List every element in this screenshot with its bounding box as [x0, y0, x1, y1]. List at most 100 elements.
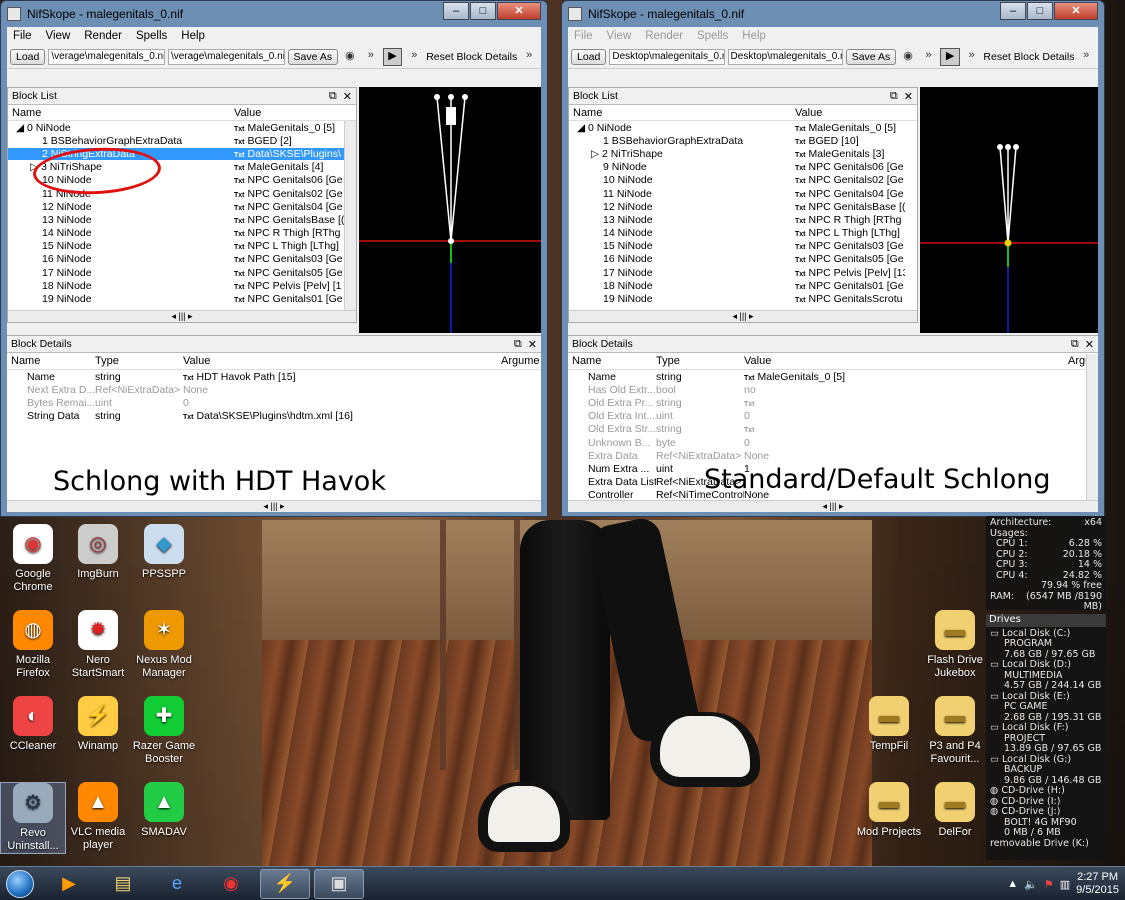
desktop-icon[interactable]: ⚙ Revo Uninstall...	[0, 782, 66, 854]
column-value[interactable]: Value	[234, 107, 261, 119]
detail-row[interactable]: Bytes Remai... uint 0	[7, 396, 541, 409]
desktop-icon[interactable]: ▬ Mod Projects	[856, 782, 922, 839]
save-as-button[interactable]: Save As	[845, 48, 897, 65]
menu-spells[interactable]: Spells	[697, 30, 728, 42]
save-path-field[interactable]: Desktop\malegenitals_0.nif	[727, 48, 843, 65]
column-type[interactable]: Type	[95, 355, 183, 367]
tree-row[interactable]: 14 NiNode Txt NPC R Thigh [RThg	[8, 227, 356, 240]
desktop-icon[interactable]: ▬ DelFor	[922, 782, 988, 839]
column-value[interactable]: Value	[183, 355, 501, 367]
tree-row[interactable]: 1 BSBehaviorGraphExtraData Txt BGED [2]	[8, 134, 356, 147]
tree-row[interactable]: 13 NiNode Txt NPC GenitalsBase [(	[8, 213, 356, 226]
tree-row[interactable]: 15 NiNode Txt NPC Genitals03 [Ge	[569, 240, 917, 253]
drive-entry[interactable]: ▭ Local Disk (F:) PROJECT 13.89 GB / 97.65…	[990, 722, 1102, 755]
load-path-field[interactable]: Desktop\malegenitals_0.nif	[609, 48, 725, 65]
flag-icon[interactable]: ⚑	[1044, 878, 1054, 891]
vertical-scrollbar[interactable]	[1086, 354, 1098, 500]
tree-row[interactable]: 12 NiNode Txt NPC Genitals04 [Ge	[8, 200, 356, 213]
reset-block-details-button[interactable]: Reset Block Details	[426, 51, 517, 63]
close-icon[interactable]: ✕	[904, 90, 913, 103]
undock-icon[interactable]: ⧉	[329, 90, 337, 103]
details-table[interactable]: Name string Txt HDT Havok Path [15] Next Ext…	[7, 370, 541, 423]
menu-file[interactable]: File	[574, 30, 593, 42]
menu-view[interactable]: View	[46, 30, 71, 42]
detail-row[interactable]: Old Extra Str... string Txt	[568, 423, 1098, 436]
title-bar[interactable]: NifSkope - malegenitals_0.nif – □ ✕	[568, 1, 1098, 27]
tree-row[interactable]: 18 NiNode Txt NPC Genitals01 [Ge	[569, 279, 917, 292]
desktop-icon[interactable]: ▲ VLC media player	[65, 782, 131, 852]
load-button[interactable]: Load	[10, 48, 46, 65]
desktop-icon[interactable]: ◎ ImgBurn	[65, 524, 131, 581]
nifskope-icon[interactable]: ▣	[314, 868, 364, 899]
winamp-icon[interactable]: ⚡	[260, 868, 310, 899]
tree-row[interactable]: 19 NiNode Txt NPC Genitals01 [Ge	[8, 292, 356, 305]
menu-file[interactable]: File	[13, 30, 32, 42]
eye-icon[interactable]: ◉	[341, 49, 359, 65]
tree-row[interactable]: 13 NiNode Txt NPC R Thigh [RThg	[569, 213, 917, 226]
clock[interactable]: 2:27 PM 9/5/2015	[1076, 871, 1119, 897]
nifskope-window-left[interactable]: NifSkope - malegenitals_0.nif – □ ✕ File…	[0, 0, 548, 517]
volume-icon[interactable]: 🔈	[1024, 878, 1038, 891]
block-tree[interactable]: ◢ 0 NiNode Txt MaleGenitals_0 [5] 1 BSBehav…	[569, 121, 917, 306]
tree-row[interactable]: 19 NiNode Txt NPC GenitalsScrotu	[569, 292, 917, 305]
detail-row[interactable]: Unknown B... byte 0	[568, 436, 1098, 449]
desktop-icon[interactable]: ⚡ Winamp	[65, 696, 131, 753]
tree-row[interactable]: 15 NiNode Txt NPC L Thigh [LThg]	[8, 240, 356, 253]
tree-row[interactable]: 18 NiNode Txt NPC Pelvis [Pelv] [1	[8, 279, 356, 292]
tree-row[interactable]: 10 NiNode Txt NPC Genitals02 [Ge	[569, 174, 917, 187]
nifskope-window-right[interactable]: NifSkope - malegenitals_0.nif – □ ✕ File…	[561, 0, 1105, 517]
column-value[interactable]: Value	[795, 107, 822, 119]
close-icon[interactable]: ✕	[528, 338, 537, 351]
minimize-button[interactable]: –	[443, 2, 469, 20]
detail-row[interactable]: Has Old Extr... bool no	[568, 383, 1098, 396]
close-icon[interactable]: ✕	[343, 90, 352, 103]
desktop-icon[interactable]: ✹ Nero StartSmart	[65, 610, 131, 680]
chevron-more-icon[interactable]: »	[920, 49, 938, 65]
close-button[interactable]: ✕	[497, 2, 541, 20]
drive-entry[interactable]: ▭ Local Disk (E:) PC GAME 2.68 GB / 195.31…	[990, 691, 1102, 724]
tree-row[interactable]: 14 NiNode Txt NPC L Thigh [LThg]	[569, 227, 917, 240]
render-viewport[interactable]	[920, 87, 1098, 333]
detail-row[interactable]: Old Extra Int... uint 0	[568, 410, 1098, 423]
tree-row[interactable]: 17 NiNode Txt NPC Genitals05 [Ge	[8, 266, 356, 279]
eye-icon[interactable]: ◉	[899, 49, 917, 65]
tree-row[interactable]: 12 NiNode Txt NPC GenitalsBase [(	[569, 200, 917, 213]
desktop-icon[interactable]: ▬ TempFil	[856, 696, 922, 753]
tree-row[interactable]: ▷ 2 NiTriShape Txt MaleGenitals [3]	[569, 147, 917, 160]
play-button[interactable]: ▶	[940, 47, 960, 66]
detail-row[interactable]: Old Extra Pr... string Txt	[568, 396, 1098, 409]
drive-entry[interactable]: ▭ Local Disk (D:) MULTIMEDIA 4.57 GB / 244…	[990, 659, 1102, 692]
horizontal-scrollbar[interactable]: ◂ ||| ▸	[8, 310, 356, 322]
desktop-icon[interactable]: ✚ Razer Game Booster	[131, 696, 197, 766]
chevron-more-icon[interactable]: »	[405, 49, 423, 65]
desktop-icon[interactable]: ◆ PPSSPP	[131, 524, 197, 581]
desktop-icon[interactable]: ◍ Mozilla Firefox	[0, 610, 66, 680]
maximize-button[interactable]: □	[470, 2, 496, 20]
detail-row[interactable]: Name string Txt MaleGenitals_0 [5]	[568, 370, 1098, 383]
cd-drive[interactable]: ◍ CD-Drive (J:)	[990, 806, 1102, 818]
chevron-more-icon[interactable]: »	[963, 49, 981, 65]
horizontal-scrollbar[interactable]: ◂ ||| ▸	[569, 310, 917, 322]
undock-icon[interactable]: ⧉	[890, 90, 898, 103]
load-path-field[interactable]: \verage\malegenitals_0.nif	[48, 48, 165, 65]
menu-spells[interactable]: Spells	[136, 30, 167, 42]
tree-row[interactable]: 17 NiNode Txt NPC Pelvis [Pelv] [13	[569, 266, 917, 279]
menu-view[interactable]: View	[607, 30, 632, 42]
detail-row[interactable]: String Data string Txt Data\SKSE\Plugins\hd…	[7, 410, 541, 423]
detail-row[interactable]: Next Extra D... Ref<NiExtraData> None	[7, 383, 541, 396]
detail-row[interactable]: Name string Txt HDT Havok Path [15]	[7, 370, 541, 383]
maximize-button[interactable]: □	[1027, 2, 1053, 20]
close-icon[interactable]: ✕	[1085, 338, 1094, 351]
drive-entry[interactable]: ▭ Local Disk (G:) BACKUP 9.86 GB / 146.48 …	[990, 754, 1102, 787]
detail-row[interactable]: Extra Data Ref<NiExtraData> None	[568, 449, 1098, 462]
network-icon[interactable]: ▥	[1060, 878, 1070, 891]
tree-row[interactable]: 11 NiNode Txt NPC Genitals04 [Ge	[569, 187, 917, 200]
reset-block-details-button[interactable]: Reset Block Details	[983, 51, 1074, 63]
start-button[interactable]	[0, 868, 40, 900]
chrome-icon[interactable]: ◉	[206, 869, 256, 899]
undock-icon[interactable]: ⧉	[1071, 338, 1079, 351]
close-button[interactable]: ✕	[1054, 2, 1098, 20]
title-bar[interactable]: NifSkope - malegenitals_0.nif – □ ✕	[7, 1, 541, 27]
play-button[interactable]: ▶	[382, 47, 403, 66]
chevron-more-icon[interactable]: »	[520, 49, 538, 65]
